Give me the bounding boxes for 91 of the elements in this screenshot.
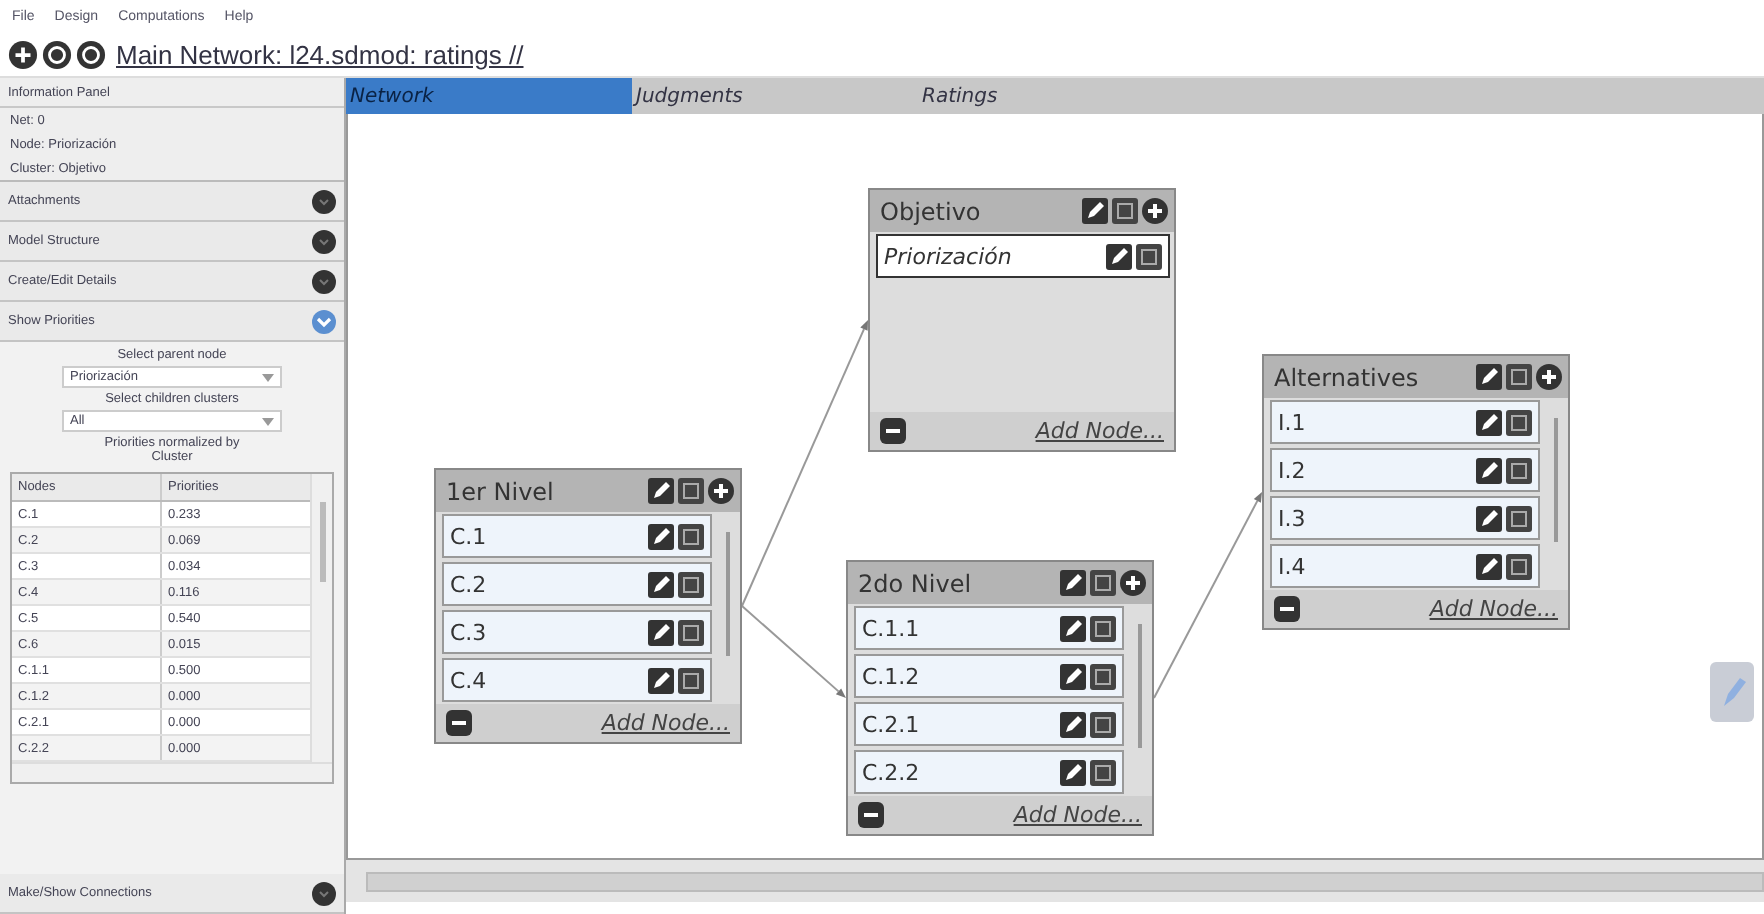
edit-icon[interactable] — [1476, 553, 1502, 579]
cluster-panel[interactable]: Alternatives I.1 I.2 I.3 I.4 Add Node... — [1262, 354, 1570, 630]
window-icon[interactable] — [1090, 615, 1116, 641]
window-icon[interactable] — [678, 667, 704, 693]
network-title[interactable]: Main Network: l24.sdmod: ratings // — [116, 39, 524, 69]
window-icon[interactable] — [1090, 663, 1116, 689]
node-label: C.1 — [450, 523, 487, 549]
scrollbar[interactable] — [310, 474, 332, 762]
ring-icon[interactable] — [42, 39, 72, 69]
minus-icon[interactable] — [858, 802, 884, 828]
cluster-panel[interactable]: Objetivo Priorización Add Node... — [868, 188, 1176, 452]
node-label: C.4 — [450, 667, 487, 693]
window-icon[interactable] — [678, 619, 704, 645]
window-icon[interactable] — [1506, 409, 1532, 435]
edit-icon[interactable] — [648, 523, 674, 549]
edit-icon[interactable] — [1060, 570, 1086, 596]
window-icon[interactable] — [1506, 457, 1532, 483]
node-label: C.1.2 — [862, 663, 920, 689]
node-label: C.2.1 — [862, 711, 920, 737]
edit-icon[interactable] — [1082, 198, 1108, 224]
node-label: Priorización — [884, 243, 1012, 269]
edit-icon[interactable] — [648, 478, 674, 504]
circle-icon[interactable] — [312, 881, 336, 905]
cluster-title: Objetivo — [880, 197, 981, 225]
window-icon[interactable] — [678, 523, 704, 549]
cluster-panel[interactable]: 2do Nivel C.1.1 C.1.2 C.2.1 C.2.2 Add Node... — [846, 560, 1154, 836]
edit-icon[interactable] — [1060, 663, 1086, 689]
window-icon[interactable] — [1506, 364, 1532, 390]
tab[interactable]: Network — [346, 78, 632, 114]
node-item[interactable]: C.2.1 — [854, 702, 1124, 746]
window-icon[interactable] — [678, 571, 704, 597]
edit-icon[interactable] — [1476, 409, 1502, 435]
node-item[interactable]: I.3 — [1270, 496, 1540, 540]
plus-circle-icon[interactable] — [1120, 570, 1146, 596]
cluster-panel[interactable]: 1er Nivel C.1 C.2 C.3 C.4 Add Node... — [434, 468, 742, 744]
edit-icon[interactable] — [1060, 615, 1086, 641]
plus-circle-icon[interactable] — [1536, 364, 1562, 390]
window-icon[interactable] — [1090, 759, 1116, 785]
edit-icon[interactable] — [1060, 759, 1086, 785]
edit-icon[interactable] — [648, 619, 674, 645]
plus-circle-icon[interactable] — [1142, 198, 1168, 224]
edit-icon[interactable] — [648, 571, 674, 597]
node-item[interactable]: Priorización — [876, 234, 1170, 278]
circle-icon[interactable] — [312, 229, 336, 253]
node-label: C.2 — [450, 571, 487, 597]
plus-circle-icon[interactable] — [708, 478, 734, 504]
node-item[interactable]: C.2.2 — [854, 750, 1124, 794]
edit-icon[interactable] — [1060, 711, 1086, 737]
ring-icon[interactable] — [76, 39, 106, 69]
window-icon[interactable] — [1090, 711, 1116, 737]
node-item[interactable]: C.1.1 — [854, 606, 1124, 650]
minus-icon[interactable] — [1274, 596, 1300, 622]
node-item[interactable]: I.1 — [1270, 400, 1540, 444]
edit-icon[interactable] — [648, 667, 674, 693]
plus-circle-icon[interactable] — [8, 39, 38, 69]
cluster-title: Alternatives — [1274, 363, 1419, 391]
node-label: I.2 — [1278, 457, 1306, 483]
scrollbar[interactable] — [366, 871, 1764, 891]
edit-icon[interactable] — [1476, 505, 1502, 531]
circle-icon[interactable] — [312, 189, 336, 213]
node-item[interactable]: C.3 — [442, 610, 712, 654]
minus-icon[interactable] — [446, 710, 472, 736]
chevron-down-icon[interactable] — [312, 309, 336, 333]
node-label: C.1.1 — [862, 615, 920, 641]
node-label: I.1 — [1278, 409, 1306, 435]
window-icon[interactable] — [1136, 243, 1162, 269]
node-item[interactable]: C.1.2 — [854, 654, 1124, 698]
caret-icon — [262, 417, 274, 425]
minus-icon[interactable] — [880, 418, 906, 444]
node-label: I.4 — [1278, 553, 1306, 579]
node-label: I.3 — [1278, 505, 1306, 531]
cluster-title: 1er Nivel — [446, 477, 554, 505]
node-item[interactable]: C.2 — [442, 562, 712, 606]
node-label: C.3 — [450, 619, 487, 645]
window-icon[interactable] — [1112, 198, 1138, 224]
edit-icon[interactable] — [1476, 457, 1502, 483]
node-label: C.2.2 — [862, 759, 920, 785]
window-icon[interactable] — [678, 478, 704, 504]
edit-icon[interactable] — [1476, 364, 1502, 390]
caret-icon — [262, 373, 274, 381]
node-item[interactable]: I.2 — [1270, 448, 1540, 492]
window-icon[interactable] — [1506, 505, 1532, 531]
cluster-title: 2do Nivel — [858, 569, 972, 597]
node-item[interactable]: C.1 — [442, 514, 712, 558]
edit-icon[interactable] — [1106, 243, 1132, 269]
window-icon[interactable] — [1090, 570, 1116, 596]
node-item[interactable]: I.4 — [1270, 544, 1540, 588]
circle-icon[interactable] — [312, 269, 336, 293]
scrollbar[interactable] — [12, 762, 332, 782]
window-icon[interactable] — [1506, 553, 1532, 579]
node-item[interactable]: C.4 — [442, 658, 712, 702]
